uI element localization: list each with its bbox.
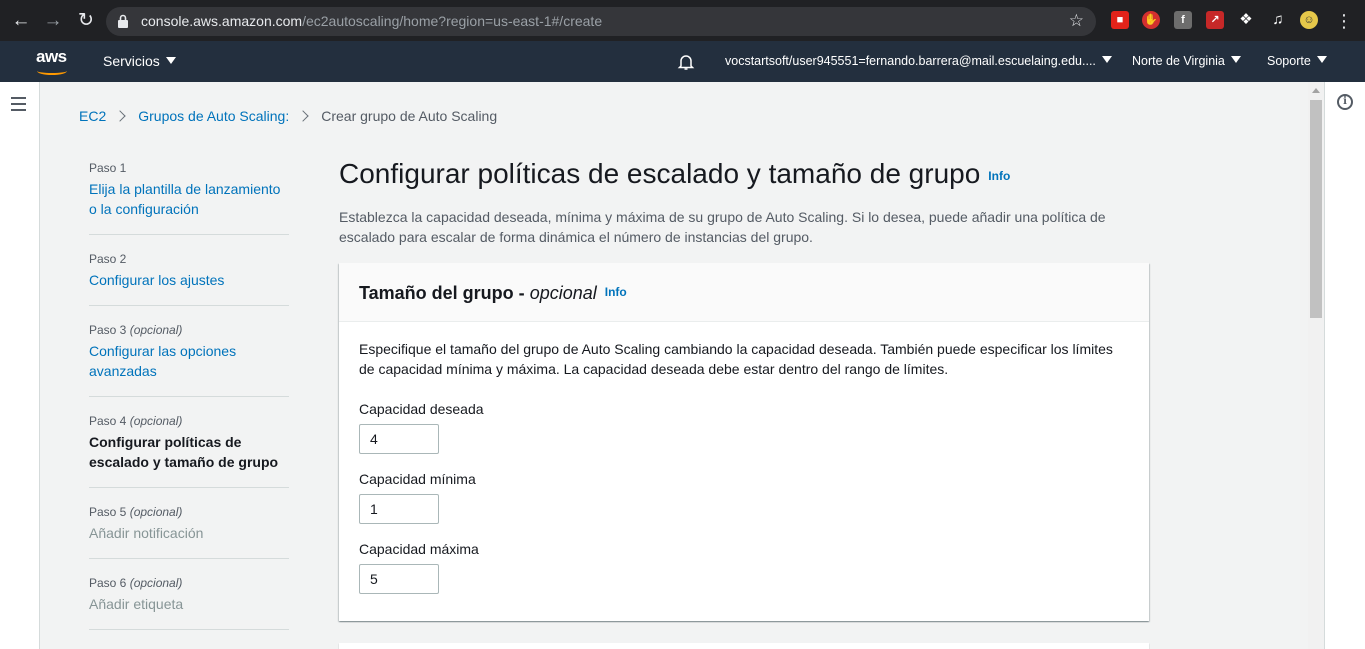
lock-icon xyxy=(118,14,128,28)
wizard-step-2: Paso 2 Configurar los ajustes xyxy=(89,251,289,306)
step-6-disabled: Añadir etiqueta xyxy=(89,596,184,612)
next-panel-partial xyxy=(339,643,1149,649)
aws-smile-icon xyxy=(37,67,67,75)
chevron-right-icon xyxy=(114,110,126,122)
caret-down-icon xyxy=(1101,56,1112,63)
wizard-step-1: Paso 1 Elija la plantilla de lanzamiento… xyxy=(89,160,289,235)
wizard-step-5: Paso 5 (opcional) Añadir notificación xyxy=(89,504,289,559)
url-text: console.aws.amazon.com/ec2autoscaling/ho… xyxy=(141,13,603,29)
account-menu[interactable]: vocstartsoft/user945551=fernando.barrera… xyxy=(725,41,1112,82)
page-info-link[interactable]: Info xyxy=(988,169,1010,183)
minimum-capacity-input[interactable] xyxy=(359,494,439,524)
chart-icon[interactable]: ↗ xyxy=(1206,11,1224,29)
desired-capacity-label: Capacidad deseada xyxy=(359,401,484,417)
bell-icon[interactable] xyxy=(677,53,695,71)
minimum-capacity-field: Capacidad mínima xyxy=(359,469,1129,524)
maximum-capacity-input[interactable] xyxy=(359,564,439,594)
caret-down-icon xyxy=(1230,56,1241,63)
forward-arrow-icon[interactable]: → xyxy=(40,8,66,34)
step-number: Paso 4 (opcional) xyxy=(89,414,183,428)
minimum-capacity-label: Capacidad mínima xyxy=(359,471,476,487)
step-1-link[interactable]: Elija la plantilla de lanzamiento o la c… xyxy=(89,179,289,219)
step-number: Paso 6 (opcional) xyxy=(89,576,183,590)
group-size-info-link[interactable]: Info xyxy=(605,285,627,299)
page-title: Configurar políticas de escalado y tamañ… xyxy=(339,158,1011,189)
desired-capacity-field: Capacidad deseada xyxy=(359,399,1129,454)
more-menu-icon[interactable]: ⋮ xyxy=(1331,8,1357,34)
caret-down-icon xyxy=(165,57,176,64)
aws-header: aws Servicios vocstartsoft/user945551=fe… xyxy=(0,41,1365,82)
group-size-header: Tamaño del grupo - opcional Info xyxy=(339,263,1149,322)
maximum-capacity-field: Capacidad máxima xyxy=(359,539,1129,594)
adblock-icon[interactable]: ✋ xyxy=(1142,11,1160,29)
page-description: Establezca la capacidad deseada, mínima … xyxy=(339,209,1106,245)
wizard-step-3: Paso 3 (opcional) Configurar las opcione… xyxy=(89,322,289,397)
step-4-current: Configurar políticas de escalado y tamañ… xyxy=(89,434,279,470)
breadcrumb: EC2 Grupos de Auto Scaling: Crear grupo de… xyxy=(79,108,497,124)
scrollbar[interactable] xyxy=(1308,82,1324,649)
avatar-icon[interactable]: ☺ xyxy=(1300,11,1318,29)
roblox-icon[interactable]: ■ xyxy=(1111,11,1129,29)
aws-logo[interactable]: aws xyxy=(36,47,72,75)
help-panel-rail: i xyxy=(1324,82,1365,649)
hamburger-menu-icon[interactable] xyxy=(11,97,26,115)
step-number: Paso 2 xyxy=(89,252,127,266)
caret-down-icon xyxy=(1316,56,1327,63)
support-menu[interactable]: Soporte xyxy=(1267,41,1327,82)
wizard-step-4: Paso 4 (opcional) Configurar políticas d… xyxy=(89,413,289,488)
bookmark-star-icon[interactable]: ☆ xyxy=(1069,11,1084,31)
chevron-right-icon xyxy=(297,110,309,122)
step-5-disabled: Añadir notificación xyxy=(89,525,204,541)
reload-icon[interactable]: ↻ xyxy=(73,8,99,34)
scrollbar-thumb[interactable] xyxy=(1310,100,1322,318)
breadcrumb-autoscaling-groups[interactable]: Grupos de Auto Scaling: xyxy=(138,108,289,124)
step-number: Paso 1 xyxy=(89,161,127,175)
group-size-panel: Tamaño del grupo - opcional Info Especifi… xyxy=(339,263,1149,621)
wizard-step-6: Paso 6 (opcional) Añadir etiqueta xyxy=(89,575,289,630)
scroll-up-arrow-icon[interactable] xyxy=(1312,88,1320,93)
side-navigation-rail xyxy=(0,82,40,649)
breadcrumb-ec2[interactable]: EC2 xyxy=(79,108,106,124)
step-number: Paso 3 (opcional) xyxy=(89,323,183,337)
media-icon[interactable]: ♫ xyxy=(1269,11,1287,29)
back-arrow-icon[interactable]: ← xyxy=(8,8,34,34)
region-menu[interactable]: Norte de Virginia xyxy=(1132,41,1241,82)
breadcrumb-current: Crear grupo de Auto Scaling xyxy=(321,108,498,124)
info-icon[interactable]: i xyxy=(1337,94,1353,110)
address-bar[interactable]: console.aws.amazon.com/ec2autoscaling/ho… xyxy=(106,7,1096,36)
wizard-steps: Paso 1 Elija la plantilla de lanzamiento… xyxy=(89,160,289,646)
group-size-description: Especifique el tamaño del grupo de Auto … xyxy=(359,341,1113,377)
facebook-icon[interactable]: f xyxy=(1174,11,1192,29)
services-menu[interactable]: Servicios xyxy=(103,41,176,82)
step-number: Paso 5 (opcional) xyxy=(89,505,183,519)
desired-capacity-input[interactable] xyxy=(359,424,439,454)
step-2-link[interactable]: Configurar los ajustes xyxy=(89,270,289,290)
step-3-link[interactable]: Configurar las opciones avanzadas xyxy=(89,341,289,381)
puzzle-icon[interactable]: ❖ xyxy=(1237,11,1255,29)
maximum-capacity-label: Capacidad máxima xyxy=(359,541,479,557)
browser-toolbar: ← → ↻ console.aws.amazon.com/ec2autoscal… xyxy=(0,0,1365,41)
